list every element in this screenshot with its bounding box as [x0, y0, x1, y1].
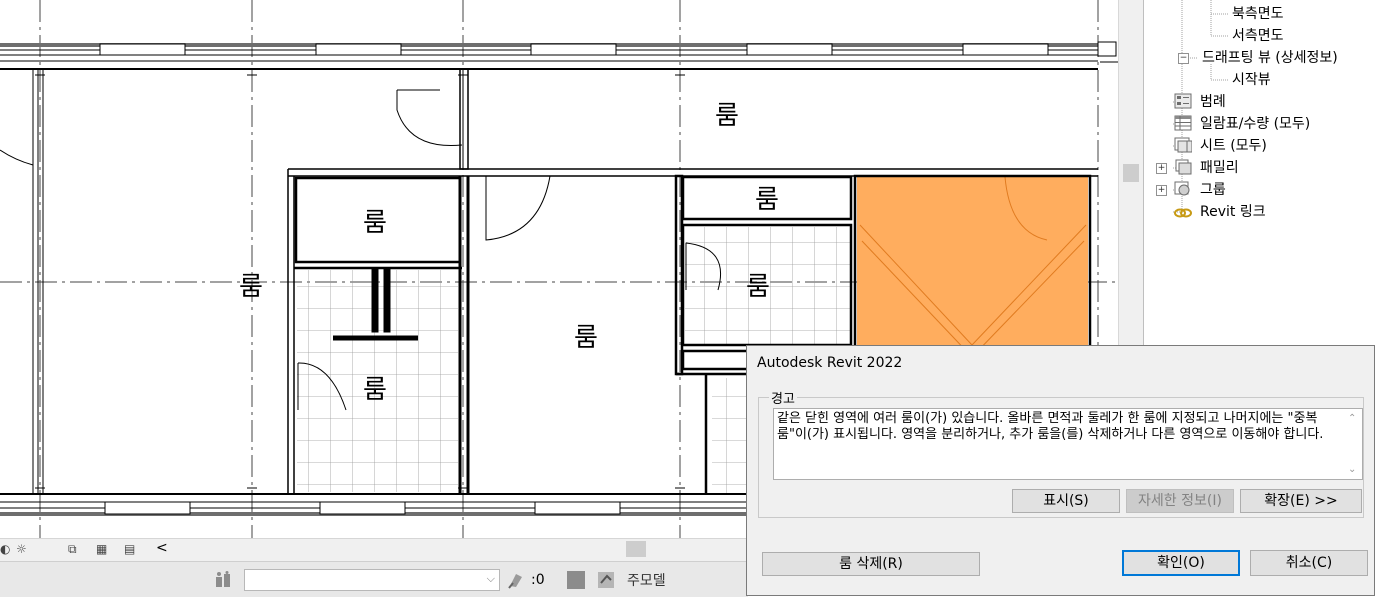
group-icon: [1174, 181, 1190, 196]
browser-item-north-elevation[interactable]: 북측면도: [1232, 5, 1284, 23]
worksets-icon[interactable]: [214, 571, 234, 589]
browser-item-groups[interactable]: 그룹: [1200, 181, 1226, 199]
warning-dialog: Autodesk Revit 2022 경고 같은 닫힌 영역에 여러 룸이(가…: [746, 345, 1375, 596]
status-bar: ⌵ :0 주모델: [0, 561, 748, 597]
browser-item-starting-view[interactable]: 시작뷰: [1232, 71, 1271, 89]
sun-path-icon[interactable]: ☼: [16, 542, 27, 556]
room-tag[interactable]: 룸: [715, 101, 739, 131]
main-model-icon[interactable]: [597, 571, 617, 589]
link-icon: [1174, 208, 1192, 218]
browser-item-drafting-views[interactable]: 드래프팅 뷰 (상세정보): [1202, 49, 1338, 67]
browser-item-legends[interactable]: 범례: [1200, 93, 1226, 111]
message-scrollbar[interactable]: ⌃ ⌄: [1344, 410, 1361, 478]
browser-item-revit-links[interactable]: Revit 링크: [1200, 203, 1266, 221]
room-tag[interactable]: 룸: [239, 272, 263, 302]
more-info-button[interactable]: 자세한 정보(I): [1126, 489, 1234, 513]
warning-group-label: 경고: [769, 388, 797, 407]
horizontal-scrollbar-thumb[interactable]: [626, 541, 646, 557]
browser-item-schedules[interactable]: 일람표/수량 (모두): [1200, 115, 1310, 133]
show-button[interactable]: 표시(S): [1012, 489, 1120, 513]
warning-message-box[interactable]: 같은 닫힌 영역에 여러 룸이(가) 있습니다. 올바른 면적과 둘레가 한 룸…: [773, 408, 1363, 480]
chevron-down-icon[interactable]: ⌄: [1348, 462, 1356, 478]
room-tag[interactable]: 룸: [363, 375, 387, 405]
legend-icon: [1174, 93, 1192, 109]
expand-plus-icon[interactable]: +: [1156, 185, 1167, 196]
workset-combo[interactable]: ⌵: [244, 569, 500, 591]
crop-view-icon[interactable]: ⧉: [68, 542, 77, 557]
editable-only-icon[interactable]: [507, 571, 525, 589]
sheet-icon: [1174, 137, 1192, 153]
temporary-hide-icon[interactable]: ▤: [124, 542, 135, 556]
browser-item-sheets[interactable]: 시트 (모두): [1200, 137, 1267, 155]
visual-style-icon[interactable]: ◐: [0, 542, 10, 556]
dialog-title: Autodesk Revit 2022: [757, 355, 903, 371]
chevron-down-icon[interactable]: ⌵: [487, 572, 495, 586]
room-tag[interactable]: 룸: [574, 323, 598, 353]
schedule-icon: [1174, 115, 1192, 131]
chevron-up-icon[interactable]: ⌃: [1348, 411, 1356, 427]
expand-plus-icon[interactable]: +: [1156, 163, 1167, 174]
cancel-button[interactable]: 취소(C): [1250, 550, 1368, 576]
view-control-bar: ◐ ☼ ⧉ ▦ ▤ <: [0, 538, 748, 561]
delete-room-button[interactable]: 룸 삭제(R): [762, 552, 980, 576]
collapse-minus-icon[interactable]: −: [1178, 53, 1189, 64]
family-icon: [1175, 159, 1192, 175]
collapse-icon[interactable]: <: [156, 540, 168, 556]
room-tag[interactable]: 룸: [363, 208, 387, 238]
browser-item-families[interactable]: 패밀리: [1200, 159, 1239, 177]
selection-count: :0: [531, 572, 545, 588]
expand-button[interactable]: 확장(E) >>: [1240, 489, 1362, 513]
main-model-label: 주모델: [627, 573, 666, 589]
browser-item-west-elevation[interactable]: 서측면도: [1232, 27, 1284, 45]
scrollbar-thumb[interactable]: [1123, 164, 1139, 182]
show-crop-icon[interactable]: ▦: [96, 542, 107, 556]
ok-button[interactable]: 확인(O): [1122, 550, 1240, 576]
project-browser: 북측면도 서측면도 − 드래프팅 뷰 (상세정보) 시작뷰 범례 일람표/수량 …: [1143, 0, 1375, 345]
design-option-icon[interactable]: [567, 571, 585, 589]
room-tag[interactable]: 룸: [746, 272, 770, 302]
warning-message: 같은 닫힌 영역에 여러 룸이(가) 있습니다. 올바른 면적과 둘레가 한 룸…: [777, 411, 1324, 442]
room-tag[interactable]: 룸: [755, 185, 779, 215]
selected-room-fill[interactable]: [857, 177, 1088, 357]
